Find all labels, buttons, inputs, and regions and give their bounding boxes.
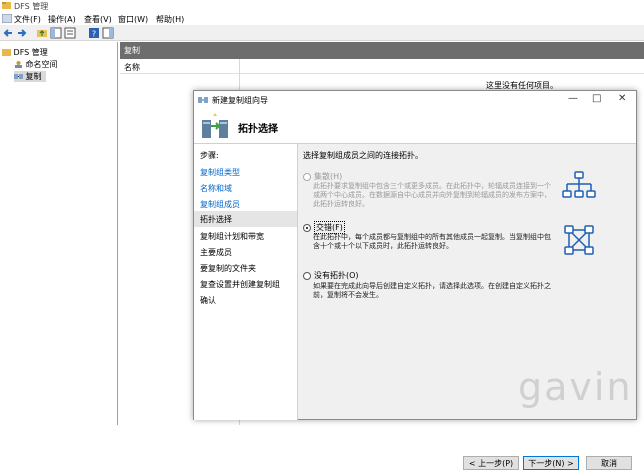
properties-icon[interactable]: [64, 27, 76, 39]
forward-arrow-icon[interactable]: [16, 27, 28, 39]
app-titlebar: DFS 管理: [0, 0, 644, 12]
step-item: 确认: [200, 296, 216, 305]
tree-item-namespaces[interactable]: 命名空间: [14, 59, 58, 70]
up-folder-icon[interactable]: [36, 27, 48, 39]
next-button[interactable]: 下一步(N) >: [523, 456, 579, 470]
dfs-folder-icon: [2, 49, 11, 56]
replication-wizard-icon: [202, 113, 228, 138]
menu-action[interactable]: 操作(A): [48, 14, 76, 25]
wizard-title: 新建复制组向导: [212, 96, 268, 105]
column-header-label: 名称: [124, 63, 140, 72]
wizard-steps: 步骤: 复制组类型 名称和域 复制组成员 拓扑选择 复制组计划和带宽 主要成员 …: [194, 144, 298, 420]
step-link[interactable]: 复制组成员: [200, 199, 240, 210]
namespace-icon: [15, 61, 22, 68]
no-topology-radio[interactable]: [303, 271, 311, 280]
step-link[interactable]: 复制组类型: [200, 167, 240, 178]
hub-spoke-topology-icon: [562, 171, 596, 198]
wizard-footer: < 上一步(P) 下一步(N) > 取消: [299, 453, 636, 473]
wizard-icon: [198, 97, 208, 103]
no-topology-description: 如果要在完成此向导后创建自定义拓扑，请选择此选项。在创建自定义拓扑之前，复制将不…: [313, 282, 551, 299]
step-item: 要复制的文件夹: [200, 264, 256, 273]
menu-bar: 文件(F) 操作(A) 查看(V) 窗口(W) 帮助(H): [0, 12, 644, 25]
hub-spoke-label: 集散(H): [314, 172, 343, 181]
toolbar: ?: [0, 25, 644, 41]
console-tree-icon[interactable]: [50, 27, 62, 39]
show-action-pane-icon[interactable]: [102, 27, 114, 39]
wizard-page-title: 拓扑选择: [238, 124, 278, 135]
app-title: DFS 管理: [14, 2, 49, 11]
step-current: 拓扑选择: [194, 211, 297, 227]
no-topology-option[interactable]: 没有拓扑(O): [303, 270, 359, 281]
replication-icon: [14, 74, 23, 79]
step-link[interactable]: 名称和域: [200, 183, 232, 194]
step-item: 主要成员: [200, 248, 232, 257]
app-menu-icon[interactable]: [1, 13, 13, 24]
pane-header-title: 复制: [124, 46, 140, 55]
full-mesh-radio[interactable]: [303, 223, 311, 232]
steps-title: 步骤:: [200, 151, 219, 160]
close-icon[interactable]: ✕: [618, 93, 626, 104]
tree-item-label: 复制: [25, 72, 42, 81]
help-icon[interactable]: ?: [88, 27, 100, 39]
tree-item-replication[interactable]: 复制: [14, 71, 46, 82]
column-header-name[interactable]: 名称: [120, 59, 644, 74]
svg-text:?: ?: [92, 30, 96, 39]
hub-spoke-option[interactable]: 集散(H): [303, 171, 342, 182]
dfs-app-icon: [2, 2, 11, 9]
topology-intro: 选择复制组成员之间的连接拓扑。: [303, 151, 423, 160]
cancel-button[interactable]: 取消: [586, 456, 632, 470]
no-topology-label: 没有拓扑(O): [314, 271, 359, 280]
wizard-header: 拓扑选择: [194, 108, 636, 144]
step-item: 复查设置并创建复制组: [200, 280, 280, 289]
tree-root[interactable]: DFS 管理: [2, 47, 48, 58]
results-pane-header: 复制: [120, 42, 644, 59]
step-item: 复制组计划和带宽: [200, 232, 264, 241]
menu-file[interactable]: 文件(F): [14, 14, 41, 25]
menu-help[interactable]: 帮助(H): [156, 14, 184, 25]
tree-item-label: 命名空间: [25, 60, 58, 69]
menu-view[interactable]: 查看(V): [84, 14, 112, 25]
maximize-icon[interactable]: □: [592, 93, 601, 104]
wizard-titlebar: 新建复制组向导 — □ ✕: [194, 91, 636, 108]
watermark: gavin: [518, 365, 633, 409]
minimize-icon[interactable]: —: [568, 93, 578, 104]
hub-spoke-description: 此拓扑要求复制组中包含三个或更多成员。在此拓扑中，轮辐成员连接到一个或两个中心成…: [313, 182, 551, 208]
back-button[interactable]: < 上一步(P): [463, 456, 519, 470]
console-tree: DFS 管理 命名空间 复制: [0, 42, 118, 425]
full-mesh-topology-icon: [564, 225, 594, 255]
full-mesh-description: 在此拓扑中，每个成员都与复制组中的所有其他成员一起复制。当复制组中包含十个或十个…: [313, 233, 551, 250]
hub-spoke-radio[interactable]: [303, 172, 311, 181]
tree-root-label: DFS 管理: [13, 48, 48, 57]
menu-window[interactable]: 窗口(W): [118, 14, 148, 25]
back-arrow-icon[interactable]: [2, 27, 14, 39]
